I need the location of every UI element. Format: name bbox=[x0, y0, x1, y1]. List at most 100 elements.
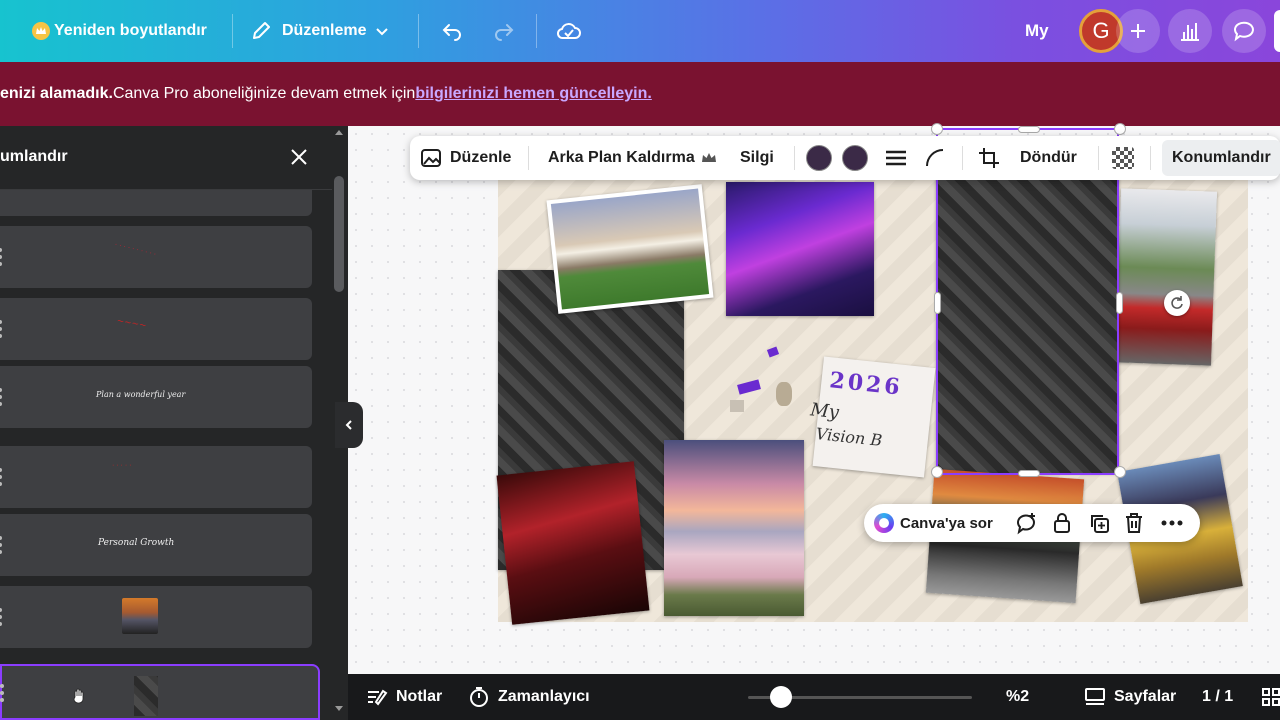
rotate-icon bbox=[1171, 296, 1183, 309]
sticker-piece[interactable] bbox=[776, 382, 792, 406]
share-button[interactable] bbox=[1274, 10, 1280, 52]
position-panel: umlandır · · · · · · · · · · ~~~~ Plan a… bbox=[0, 126, 348, 720]
resize-handle[interactable] bbox=[1018, 470, 1040, 477]
element-context-menu: Canva'ya sor bbox=[864, 504, 1200, 542]
corner-rounding-button[interactable] bbox=[924, 136, 946, 180]
redo-icon bbox=[495, 24, 514, 41]
drag-handle-icon[interactable] bbox=[0, 388, 4, 406]
red-car-image[interactable] bbox=[1114, 188, 1218, 366]
grid-icon bbox=[1262, 688, 1280, 706]
transparency-button[interactable] bbox=[1112, 136, 1134, 180]
corner-radius-icon bbox=[926, 149, 944, 167]
pages-icon bbox=[1085, 688, 1105, 705]
layer-item[interactable]: · · · · · · · · · · bbox=[0, 226, 312, 288]
layer-item[interactable]: Personal Growth bbox=[0, 514, 312, 576]
layer-item[interactable] bbox=[0, 190, 312, 216]
redo-button[interactable] bbox=[492, 0, 516, 62]
close-panel-button[interactable] bbox=[286, 144, 312, 170]
pink-van-image[interactable] bbox=[664, 440, 804, 616]
pages-button[interactable]: Sayfalar bbox=[1084, 674, 1176, 720]
notes-button[interactable]: Notlar bbox=[366, 674, 442, 720]
resize-button[interactable]: Yeniden boyutlandır bbox=[32, 0, 207, 62]
duplicate-button[interactable] bbox=[1088, 504, 1110, 542]
zoom-value[interactable]: %2 bbox=[1006, 674, 1029, 720]
sticker-piece[interactable] bbox=[730, 400, 744, 412]
scroll-up-icon[interactable] bbox=[335, 130, 343, 135]
drag-handle-icon[interactable] bbox=[0, 608, 4, 626]
edit-image-button[interactable]: Düzenle bbox=[420, 136, 511, 180]
delete-button[interactable] bbox=[1124, 504, 1144, 542]
lock-button[interactable] bbox=[1052, 504, 1072, 542]
drag-handle-icon[interactable] bbox=[0, 248, 4, 266]
vision-board-sticker[interactable]: 2026 My Vision B bbox=[809, 356, 936, 478]
more-options-button[interactable] bbox=[1160, 504, 1184, 542]
undo-button[interactable] bbox=[440, 0, 464, 62]
timer-button[interactable]: Zamanlayıcı bbox=[468, 674, 590, 720]
position-label: Konumlandır bbox=[1172, 149, 1271, 166]
scrollbar[interactable] bbox=[334, 176, 344, 292]
divider bbox=[794, 146, 795, 170]
canva-ai-icon bbox=[874, 513, 894, 533]
resize-handle[interactable] bbox=[934, 292, 941, 314]
comment-add-icon bbox=[1017, 513, 1035, 535]
position-button[interactable]: Konumlandır bbox=[1162, 140, 1280, 176]
layer-thumbnail: Personal Growth bbox=[98, 538, 175, 548]
notes-icon bbox=[368, 689, 388, 706]
bg-remover-button[interactable]: Arka Plan Kaldırma bbox=[548, 136, 717, 180]
layer-item[interactable]: · · · · · bbox=[0, 446, 312, 508]
ask-canva-button[interactable]: Canva'ya sor bbox=[874, 504, 993, 542]
rotate-button[interactable]: Döndür bbox=[1020, 136, 1077, 180]
color-swatch[interactable] bbox=[806, 145, 832, 171]
layer-item-selected[interactable] bbox=[0, 664, 320, 720]
layer-thumbnail bbox=[122, 598, 158, 634]
zoom-slider-thumb[interactable] bbox=[770, 686, 792, 708]
resize-handle[interactable] bbox=[931, 123, 943, 135]
resize-handle[interactable] bbox=[1018, 126, 1040, 133]
drag-handle-icon[interactable] bbox=[0, 536, 4, 554]
layer-item[interactable]: ~~~~ bbox=[0, 298, 312, 360]
eraser-button[interactable]: Silgi bbox=[740, 136, 774, 180]
comments-button[interactable] bbox=[1222, 9, 1266, 53]
scroll-down-icon[interactable] bbox=[335, 706, 343, 711]
selection-frame[interactable] bbox=[931, 123, 1190, 478]
resize-handle[interactable] bbox=[1114, 466, 1126, 478]
resize-handle[interactable] bbox=[931, 466, 943, 478]
sticker-piece[interactable] bbox=[737, 379, 761, 395]
project-name[interactable]: My bbox=[1025, 0, 1049, 62]
concert-image[interactable] bbox=[496, 461, 650, 625]
design-page[interactable]: 2026 My Vision B bbox=[496, 174, 1248, 625]
layer-item[interactable] bbox=[0, 586, 312, 648]
vision-script-text: Vision B bbox=[814, 424, 884, 450]
resize-label: Yeniden boyutlandır bbox=[54, 22, 207, 39]
crop-button[interactable] bbox=[978, 136, 1000, 180]
invite-button[interactable] bbox=[1116, 9, 1160, 53]
drag-handle-icon[interactable] bbox=[0, 320, 4, 338]
sticker-piece[interactable] bbox=[766, 346, 780, 358]
banner-text: Canva Pro aboneliğinize devam etmek için bbox=[112, 85, 416, 102]
divider bbox=[528, 146, 529, 170]
insights-button[interactable] bbox=[1168, 9, 1212, 53]
add-comment-button[interactable] bbox=[1014, 504, 1038, 542]
border-style-button[interactable] bbox=[884, 136, 908, 180]
layer-item[interactable]: Plan a wonderful year bbox=[0, 366, 312, 428]
bg-remover-label: Arka Plan Kaldırma bbox=[548, 149, 695, 166]
canvas-area[interactable]: 2026 My Vision B bbox=[348, 126, 1280, 674]
collapse-panel-button[interactable] bbox=[335, 402, 363, 448]
top-bar: Yeniden boyutlandır Düzenleme My G bbox=[0, 0, 1280, 62]
drag-handle-icon[interactable] bbox=[0, 468, 4, 486]
year-text: 2026 bbox=[828, 367, 904, 401]
color-swatch[interactable] bbox=[842, 145, 868, 171]
edit-mode-dropdown[interactable]: Düzenleme bbox=[250, 0, 390, 62]
cloud-save-button[interactable] bbox=[556, 0, 582, 62]
pages-label: Sayfalar bbox=[1114, 688, 1177, 705]
drag-handle-icon[interactable] bbox=[0, 684, 6, 702]
resize-handle[interactable] bbox=[1116, 292, 1123, 314]
lock-icon bbox=[1054, 513, 1070, 533]
house-image[interactable] bbox=[546, 184, 714, 314]
gaming-room-image[interactable] bbox=[726, 182, 874, 316]
update-billing-link[interactable]: bilgilerinizi hemen güncelleyin. bbox=[415, 85, 652, 103]
resize-handle[interactable] bbox=[1114, 123, 1126, 135]
close-icon bbox=[291, 149, 307, 165]
rotate-handle[interactable] bbox=[1164, 290, 1190, 316]
grid-view-button[interactable] bbox=[1262, 674, 1280, 720]
